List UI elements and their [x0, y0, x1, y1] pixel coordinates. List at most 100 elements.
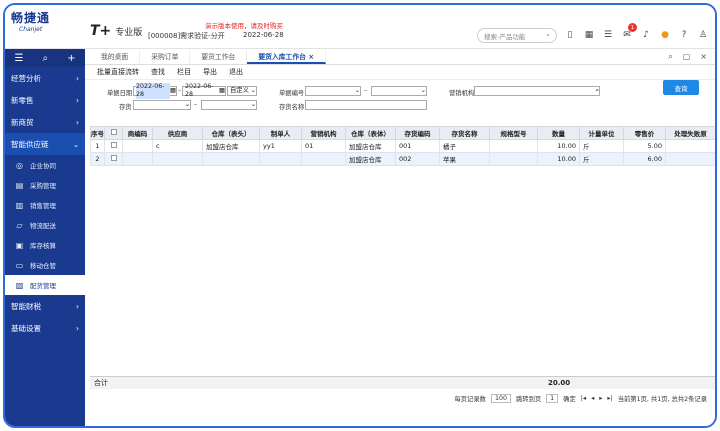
- tab-requisition-inbound-workbench[interactable]: 要货入库工作台 ×: [247, 50, 327, 64]
- cell-qty[interactable]: 10.00: [537, 139, 580, 153]
- sales-org-input[interactable]: ⌕: [474, 86, 600, 96]
- per-page-input[interactable]: 100: [490, 393, 511, 403]
- settings-sliders-icon[interactable]: ☰: [603, 29, 613, 40]
- sidebar-group-trade[interactable]: 新商贸 ›: [5, 111, 85, 133]
- cell-price[interactable]: 5.00: [623, 139, 666, 153]
- mobile-icon[interactable]: ▯: [565, 29, 575, 40]
- date-from-input[interactable]: 2022-06-28 ▦: [133, 83, 177, 99]
- cell-sales-org[interactable]: 01: [301, 139, 346, 153]
- exit-button[interactable]: 退出: [229, 67, 243, 77]
- cell-warehouse-head[interactable]: [202, 152, 260, 166]
- cell-spec[interactable]: [489, 152, 538, 166]
- tab-purchase-order[interactable]: 采购订单: [140, 50, 191, 64]
- sidebar-group-retail[interactable]: 新零售 ›: [5, 89, 85, 111]
- find-button[interactable]: 查找: [151, 67, 165, 77]
- cell-code[interactable]: [122, 152, 153, 166]
- cell-stock-name[interactable]: 苹果: [439, 152, 490, 166]
- column-header[interactable]: 数量: [537, 126, 580, 140]
- date-to-input[interactable]: 2022-06-28 ▦: [182, 83, 226, 98]
- cell-supplier[interactable]: c: [152, 139, 203, 153]
- sidebar-group-supply-chain[interactable]: 智能供应链 ⌄: [5, 133, 85, 155]
- tab-requisition-workbench[interactable]: 要货工作台: [190, 50, 248, 64]
- column-header[interactable]: 处理失败原: [665, 126, 715, 140]
- table-row[interactable]: 2 加盟店仓库 002 苹果 10.00 斤 6.00: [90, 152, 715, 166]
- cell-fail-reason[interactable]: [665, 139, 715, 153]
- close-icon[interactable]: ×: [700, 52, 707, 62]
- column-header[interactable]: 计量单位: [579, 126, 624, 140]
- account-switcher[interactable]: [000008]需求验证-分开: [148, 31, 225, 41]
- sidebar-item-sales[interactable]: ▥ 销售管理: [5, 195, 85, 215]
- column-header[interactable]: 存货名称: [439, 126, 490, 140]
- date-mode-select[interactable]: 自定义 ⌄: [227, 86, 257, 96]
- row-checkbox[interactable]: [110, 155, 117, 161]
- column-header[interactable]: 营销机构: [301, 126, 346, 140]
- gift-icon[interactable]: ●: [660, 29, 670, 40]
- cell-supplier[interactable]: [152, 152, 203, 166]
- maximize-icon[interactable]: ▢: [683, 52, 691, 62]
- stock-to-select[interactable]: ⌄: [201, 100, 257, 110]
- table-row[interactable]: 1 c 加盟店仓库 yy1 01 加盟店仓库 001 橘子 10.00 斤 5.…: [90, 139, 715, 153]
- column-header[interactable]: 规格型号: [489, 126, 538, 140]
- column-header[interactable]: 商编码: [122, 126, 153, 140]
- user-icon[interactable]: ♙: [698, 29, 708, 40]
- message-icon[interactable]: ✉ 1: [622, 23, 637, 40]
- cell-warehouse-body[interactable]: 加盟店仓库: [345, 152, 396, 166]
- search-icon[interactable]: ⌕: [42, 53, 48, 64]
- search-icon[interactable]: ⌕: [668, 52, 672, 62]
- cell-select[interactable]: [104, 139, 123, 153]
- column-header-select-all[interactable]: [104, 126, 123, 140]
- first-page-icon[interactable]: |◂: [581, 395, 586, 402]
- demo-notice[interactable]: 演示版本使用，请及时购买: [205, 20, 283, 30]
- cell-fail-reason[interactable]: [665, 152, 715, 166]
- sidebar-group-analysis[interactable]: 经营分析 ›: [5, 67, 85, 89]
- column-header[interactable]: 仓库（表头）: [202, 126, 260, 140]
- doc-no-from-select[interactable]: ⌄: [305, 86, 361, 96]
- last-page-icon[interactable]: ▸|: [607, 395, 612, 402]
- cell-maker[interactable]: yy1: [259, 139, 302, 153]
- column-header[interactable]: 零售价: [623, 126, 666, 140]
- search-icon[interactable]: ⌕: [546, 31, 550, 40]
- doc-no-to-select[interactable]: ⌄: [371, 86, 427, 96]
- jump-ok-button[interactable]: 确定: [563, 394, 576, 403]
- cell-stock-code[interactable]: 002: [395, 152, 440, 166]
- query-button[interactable]: 查询: [663, 80, 699, 95]
- cell-select[interactable]: [104, 152, 123, 166]
- stock-from-select[interactable]: ⌄: [133, 100, 191, 110]
- help-icon[interactable]: ?: [679, 29, 689, 40]
- select-all-checkbox[interactable]: [110, 129, 117, 135]
- sidebar-group-basic-settings[interactable]: 基础设置 ›: [5, 317, 85, 339]
- sidebar-item-distribution[interactable]: ▧ 配货管理: [5, 275, 85, 295]
- cell-qty[interactable]: 10.00: [537, 152, 580, 166]
- global-search-input[interactable]: 搜索-产品功能 ⌕: [477, 28, 557, 43]
- cell-maker[interactable]: [259, 152, 302, 166]
- calendar-icon[interactable]: ▦: [219, 87, 225, 95]
- lookup-icon[interactable]: ⌕: [595, 87, 599, 95]
- sidebar-item-purchase[interactable]: ▤ 采购管理: [5, 175, 85, 195]
- column-header[interactable]: 存货编码: [395, 126, 440, 140]
- cell-unit[interactable]: 斤: [579, 152, 624, 166]
- tab-my-desktop[interactable]: 我的桌面: [90, 50, 141, 64]
- cell-code[interactable]: [122, 139, 153, 153]
- cell-spec[interactable]: [489, 139, 538, 153]
- cell-stock-code[interactable]: 001: [395, 139, 440, 153]
- sidebar-item-logistics[interactable]: ▱ 物流配送: [5, 215, 85, 235]
- cell-stock-name[interactable]: 橘子: [439, 139, 490, 153]
- next-page-icon[interactable]: ▸: [599, 395, 602, 402]
- sidebar-item-mobile-warehouse[interactable]: ▭ 移动仓管: [5, 255, 85, 275]
- columns-button[interactable]: 栏目: [177, 67, 191, 77]
- sidebar-group-finance[interactable]: 智能财税 ›: [5, 295, 85, 317]
- close-icon[interactable]: ×: [308, 53, 314, 61]
- calendar-icon[interactable]: ▦: [170, 87, 176, 95]
- grid-app-icon[interactable]: ▦: [584, 29, 594, 40]
- cell-warehouse-head[interactable]: 加盟店仓库: [202, 139, 260, 153]
- menu-icon[interactable]: ☰: [15, 53, 24, 64]
- sidebar-item-inventory-accounting[interactable]: ▣ 库存核算: [5, 235, 85, 255]
- column-header[interactable]: 仓库（表体）: [345, 126, 396, 140]
- stock-name-input[interactable]: [305, 100, 427, 110]
- column-header[interactable]: 供应商: [152, 126, 203, 140]
- cell-price[interactable]: 6.00: [623, 152, 666, 166]
- jump-page-input[interactable]: 1: [546, 393, 559, 403]
- bell-icon[interactable]: ♪: [641, 29, 651, 40]
- export-button[interactable]: 导出: [203, 67, 217, 77]
- cell-unit[interactable]: 斤: [579, 139, 624, 153]
